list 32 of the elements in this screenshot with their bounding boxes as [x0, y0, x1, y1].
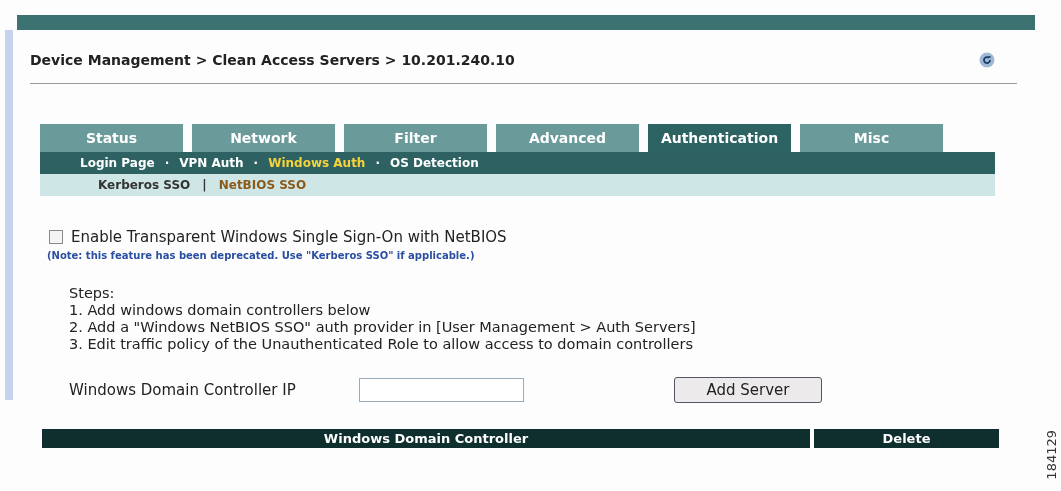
refresh-icon[interactable]	[979, 52, 995, 68]
scrollbar[interactable]	[5, 30, 13, 400]
column-header: Delete	[814, 429, 999, 448]
checkbox[interactable]	[49, 230, 63, 244]
step-text: 1. Add windows domain controllers below	[69, 302, 372, 319]
step-text: 2. Add a "Windows NetBIOS SSO" auth provider in [User Management > Auth Servers]	[69, 319, 697, 336]
tab[interactable]: Filter	[344, 124, 487, 152]
tab[interactable]: Status	[40, 124, 183, 152]
input-field[interactable]	[359, 378, 524, 402]
field-label: Windows Domain Controller IP	[69, 381, 297, 399]
add-server-button[interactable]: Add Server	[674, 377, 822, 403]
tab[interactable]: Advanced	[496, 124, 639, 152]
separator: ·	[253, 156, 259, 170]
breadcrumb: Device Management > Clean Access Servers > 10.201.240.10	[30, 52, 515, 68]
tab[interactable]: Misc	[800, 124, 943, 152]
separator: |	[202, 178, 207, 192]
subnav-link[interactable]: Windows Auth	[268, 156, 366, 170]
checkbox-label: Enable Transparent Windows Single Sign-On with NetBIOS	[71, 228, 507, 246]
subnav-link[interactable]: Login Page	[80, 156, 155, 170]
column-header: Windows Domain Controller	[42, 429, 810, 448]
sso-link[interactable]: Kerberos SSO	[98, 178, 191, 192]
figure-number: 184129	[1045, 430, 1059, 480]
separator: ·	[164, 156, 170, 170]
steps-title: Steps:	[69, 285, 116, 302]
sso-link[interactable]: NetBIOS SSO	[218, 178, 307, 192]
tab[interactable]: Authentication	[648, 124, 791, 152]
step-text: 3. Edit traffic policy of the Unauthenticated Role to allow access to domain controllers	[69, 336, 694, 353]
subnav-link[interactable]: OS Detection	[390, 156, 479, 170]
tab[interactable]: Network	[192, 124, 335, 152]
note-text: (Note: this feature has been deprecated. Use "Kerberos SSO" if applicable.)	[47, 250, 476, 261]
subnav-link[interactable]: VPN Auth	[179, 156, 244, 170]
separator: ·	[375, 156, 380, 170]
